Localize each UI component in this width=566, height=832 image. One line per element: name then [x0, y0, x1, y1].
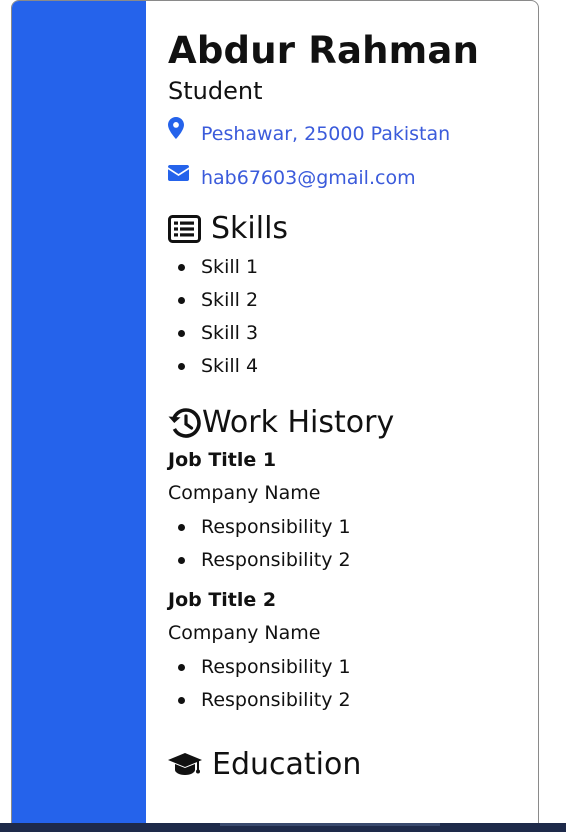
job-entry: Job Title 1 Company Name Responsibility …	[168, 445, 528, 577]
sidebar	[12, 1, 146, 832]
work-history-heading: Work History	[168, 405, 528, 441]
job-title: Job Title 2	[168, 589, 277, 611]
list-icon	[168, 215, 201, 243]
work-history-title: Work History	[202, 405, 395, 440]
list-item: Responsibility 2	[178, 544, 528, 577]
resume-card: Abdur Rahman Student Peshawar, 25000 Pak…	[11, 0, 539, 832]
job-entry: Job Title 2 Company Name Responsibility …	[168, 585, 528, 717]
envelope-icon	[168, 161, 189, 187]
list-item: Skill 4	[178, 350, 528, 383]
page: Abdur Rahman Student Peshawar, 25000 Pak…	[0, 0, 566, 832]
person-role: Student	[168, 77, 263, 105]
education-title: Education	[212, 747, 362, 782]
location-pin-icon	[168, 117, 189, 143]
list-item: Skill 1	[178, 251, 528, 284]
contact-location: Peshawar, 25000 Pakistan	[168, 117, 528, 149]
person-name: Abdur Rahman	[168, 29, 480, 72]
company-name: Company Name	[168, 482, 321, 504]
taskbar	[0, 823, 566, 832]
list-item: Skill 2	[178, 284, 528, 317]
list-item: Skill 3	[178, 317, 528, 350]
company-name: Company Name	[168, 622, 321, 644]
email-link[interactable]: hab67603@gmail.com	[201, 166, 416, 190]
skills-list: Skill 1 Skill 2 Skill 3 Skill 4	[168, 251, 528, 383]
education-heading: Education	[168, 747, 528, 783]
job-title: Job Title 1	[168, 449, 277, 471]
contact-email: hab67603@gmail.com	[168, 163, 528, 193]
list-item: Responsibility 2	[178, 684, 528, 717]
skills-heading: Skills	[168, 211, 528, 247]
responsibilities-list: Responsibility 1 Responsibility 2	[168, 651, 528, 717]
list-item: Responsibility 1	[178, 511, 528, 544]
history-icon	[168, 407, 202, 439]
taskbar-strip	[220, 823, 440, 826]
skills-title: Skills	[211, 211, 289, 246]
resume-content: Abdur Rahman Student Peshawar, 25000 Pak…	[168, 27, 528, 787]
list-item: Responsibility 1	[178, 651, 528, 684]
location-link[interactable]: Peshawar, 25000 Pakistan	[201, 122, 450, 146]
responsibilities-list: Responsibility 1 Responsibility 2	[168, 511, 528, 577]
graduation-cap-icon	[168, 752, 202, 778]
